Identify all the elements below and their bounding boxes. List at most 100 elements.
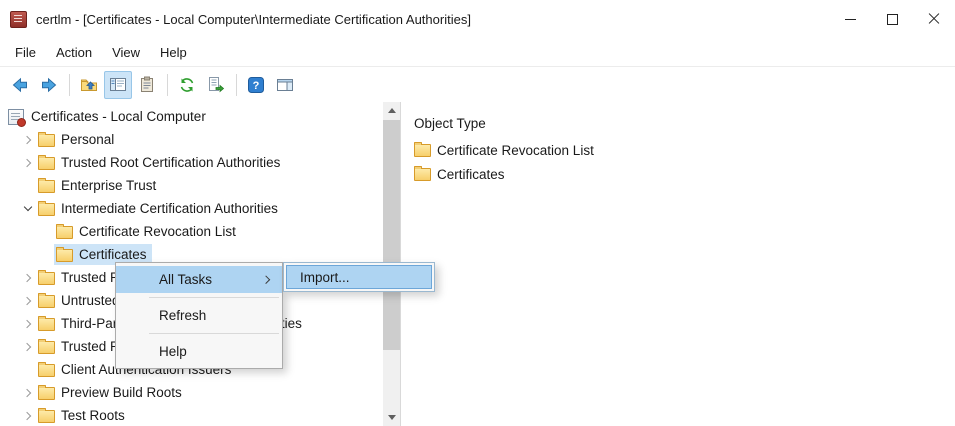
close-icon xyxy=(928,13,940,25)
properties-button[interactable] xyxy=(133,71,161,99)
list-item-label: Certificate Revocation List xyxy=(437,142,594,158)
minimize-icon xyxy=(844,18,856,20)
list-item-label: Certificates xyxy=(437,166,505,182)
folder-icon xyxy=(38,385,55,400)
folder-icon xyxy=(38,132,55,147)
export-list-icon xyxy=(209,76,225,92)
folder-icon xyxy=(414,166,431,181)
menu-item-label: All Tasks xyxy=(159,272,213,287)
scroll-up-icon xyxy=(387,108,396,113)
up-one-level-icon xyxy=(81,79,97,91)
computer-certificates-icon xyxy=(8,108,26,127)
chevron-down-icon[interactable] xyxy=(19,197,36,220)
minimize-button[interactable] xyxy=(829,0,871,38)
folder-icon xyxy=(38,201,55,216)
folder-icon xyxy=(38,155,55,170)
tree-item-trusted-root-certification-authorities[interactable]: Trusted Root Certification Authorities xyxy=(0,151,383,174)
folder-icon xyxy=(38,339,55,354)
menu-separator xyxy=(149,297,279,298)
main-area: Certificates - Local Computer Personal Tru… xyxy=(0,102,955,426)
chevron-right-icon[interactable] xyxy=(19,151,36,174)
tree-item-label: Certificates xyxy=(79,247,147,262)
refresh-button[interactable] xyxy=(173,71,201,99)
chevron-right-icon[interactable] xyxy=(19,404,36,426)
folder-icon xyxy=(414,142,431,157)
tree-node: Trusted Root Certification Authorities xyxy=(36,152,285,173)
chevron-right-icon[interactable] xyxy=(19,266,36,289)
context-menu-item-refresh[interactable]: Refresh xyxy=(116,302,282,329)
tree-item-enterprise-trust[interactable]: Enterprise Trust xyxy=(0,174,383,197)
details-pane: Object Type Certificate Revocation List C… xyxy=(401,102,955,426)
svg-text:?: ? xyxy=(253,80,260,92)
scroll-up-button[interactable] xyxy=(383,102,400,119)
back-icon xyxy=(12,77,27,92)
menu-item-label: Refresh xyxy=(159,308,207,323)
list-item-certificate-revocation-list[interactable]: Certificate Revocation List xyxy=(414,138,955,162)
maximize-button[interactable] xyxy=(871,0,913,38)
toolbar-separator xyxy=(167,73,168,96)
folder-icon xyxy=(56,247,73,262)
help-button[interactable]: ? xyxy=(242,71,270,99)
tree-node: Certificates - Local Computer xyxy=(6,106,211,127)
close-button[interactable] xyxy=(913,0,955,38)
scrollbar-thumb[interactable] xyxy=(383,120,400,350)
chevron-right-icon[interactable] xyxy=(19,381,36,404)
title-bar: certlm - [Certificates - Local Computer\… xyxy=(0,0,955,38)
folder-icon xyxy=(38,316,55,331)
chevron-right-icon[interactable] xyxy=(19,128,36,151)
scroll-down-button[interactable] xyxy=(383,409,400,426)
toolbar-separator xyxy=(69,73,70,96)
menu-file[interactable]: File xyxy=(5,41,46,64)
export-list-button[interactable] xyxy=(202,71,230,99)
folder-icon xyxy=(56,224,73,239)
chevron-right-icon[interactable] xyxy=(19,335,36,358)
properties-icon xyxy=(141,76,153,92)
window-controls xyxy=(829,0,955,38)
tree-item-personal[interactable]: Personal xyxy=(0,128,383,151)
folder-icon xyxy=(38,362,55,377)
menu-item-label: Help xyxy=(159,344,187,359)
app-icon xyxy=(10,10,27,28)
list-item-certificates[interactable]: Certificates xyxy=(414,162,955,186)
menu-separator xyxy=(149,333,279,334)
chevron-right-icon[interactable] xyxy=(19,289,36,312)
object-type-header: Object Type xyxy=(414,116,486,131)
forward-button[interactable] xyxy=(35,71,63,99)
context-menu: All Tasks Refresh Help xyxy=(115,262,283,369)
folder-icon xyxy=(38,178,55,193)
chevron-right-icon[interactable] xyxy=(19,312,36,335)
menu-view[interactable]: View xyxy=(102,41,150,64)
tree-item-test-roots[interactable]: Test Roots xyxy=(0,404,383,426)
object-list: Certificate Revocation List Certificates xyxy=(414,138,955,186)
tree-item-intermediate-certification-authorities[interactable]: Intermediate Certification Authorities xyxy=(0,197,383,220)
tree-item-label: Certificates - Local Computer xyxy=(31,109,206,124)
menu-help[interactable]: Help xyxy=(150,41,197,64)
show-hide-console-tree-button[interactable] xyxy=(104,70,132,99)
folder-icon xyxy=(38,408,55,423)
tree-item-certificates-local-computer[interactable]: Certificates - Local Computer xyxy=(0,105,383,128)
tree-node: Test Roots xyxy=(36,405,130,426)
action-pane-icon xyxy=(277,78,293,91)
tree-item-preview-build-roots[interactable]: Preview Build Roots xyxy=(0,381,383,404)
menu-action[interactable]: Action xyxy=(46,41,102,64)
show-hide-action-pane-button[interactable] xyxy=(271,71,299,99)
submenu-arrow-icon xyxy=(261,274,271,284)
folder-icon xyxy=(38,293,55,308)
tree-item-certificate-revocation-list[interactable]: Certificate Revocation List xyxy=(0,220,383,243)
menu-bar: File Action View Help xyxy=(0,38,955,67)
refresh-icon xyxy=(180,77,194,92)
back-button[interactable] xyxy=(6,71,34,99)
context-submenu: Import... xyxy=(283,262,435,292)
window: certlm - [Certificates - Local Computer\… xyxy=(0,0,955,426)
context-menu-item-help[interactable]: Help xyxy=(116,338,282,365)
submenu-item-import[interactable]: Import... xyxy=(286,265,432,289)
tree-node: Intermediate Certification Authorities xyxy=(36,198,283,219)
context-menu-item-all-tasks[interactable]: All Tasks xyxy=(116,266,282,293)
window-title: certlm - [Certificates - Local Computer\… xyxy=(36,11,471,27)
up-one-level-button[interactable] xyxy=(75,71,103,99)
tree-item-label: Intermediate Certification Authorities xyxy=(61,201,278,216)
forward-icon xyxy=(42,77,57,92)
